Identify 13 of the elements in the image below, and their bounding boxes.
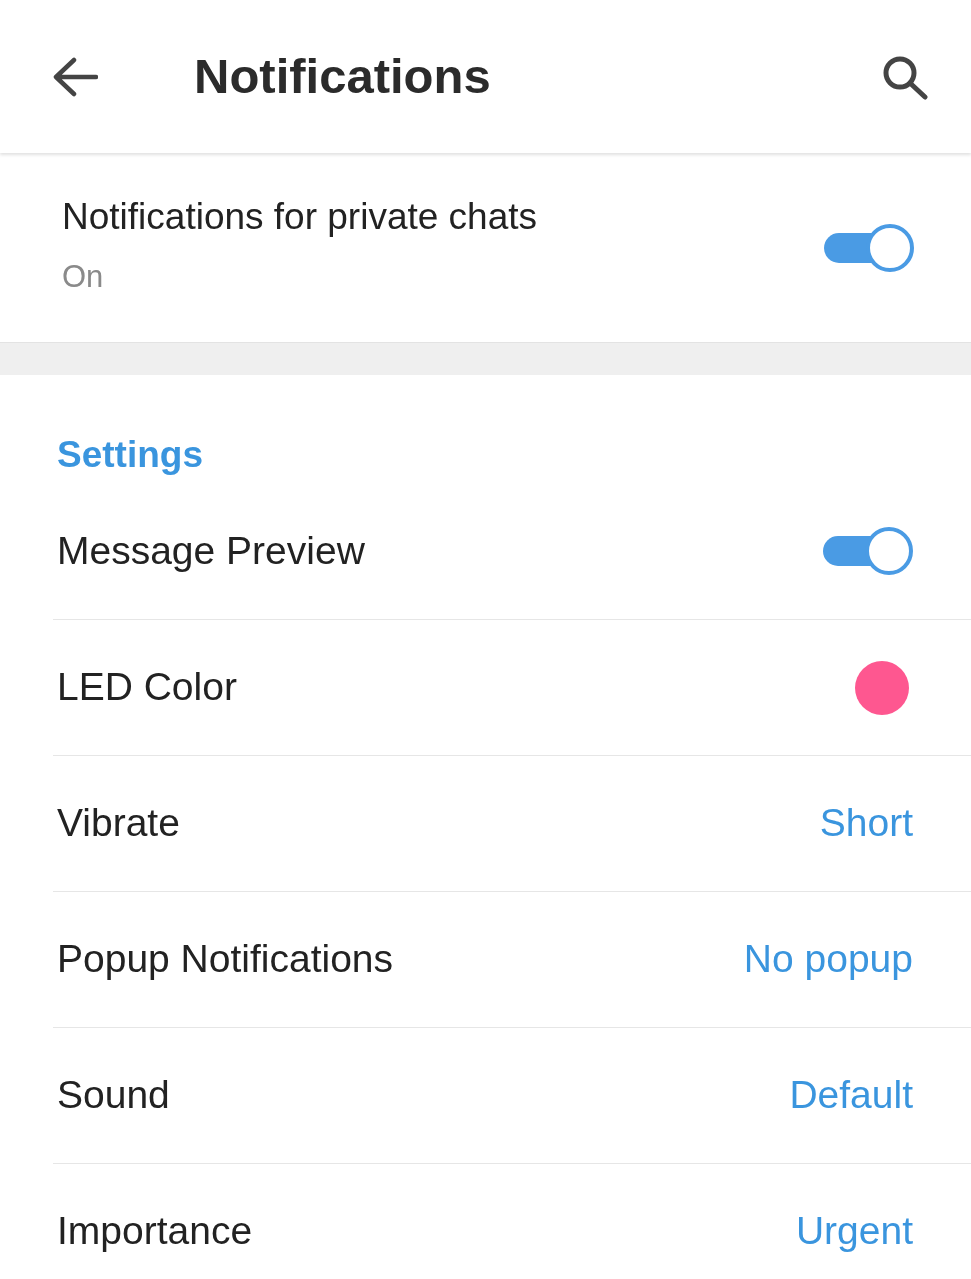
setting-label[interactable]: Importance <box>57 1202 253 1261</box>
page-title: Notifications <box>194 47 491 105</box>
setting-label[interactable]: Popup Notifications <box>57 930 394 989</box>
setting-status: On <box>62 258 105 297</box>
setting-label[interactable]: Message Preview <box>57 521 365 581</box>
setting-title: Notifications for private chats <box>62 195 538 240</box>
back-icon[interactable] <box>52 56 98 97</box>
setting-label[interactable]: LED Color <box>57 658 237 717</box>
setting-label[interactable]: Vibrate <box>57 794 180 853</box>
toggle-switch[interactable] <box>822 223 914 272</box>
toggle-switch[interactable] <box>821 527 913 575</box>
setting-label[interactable]: Sound <box>57 1066 170 1125</box>
section-heading: Settings <box>57 434 203 475</box>
